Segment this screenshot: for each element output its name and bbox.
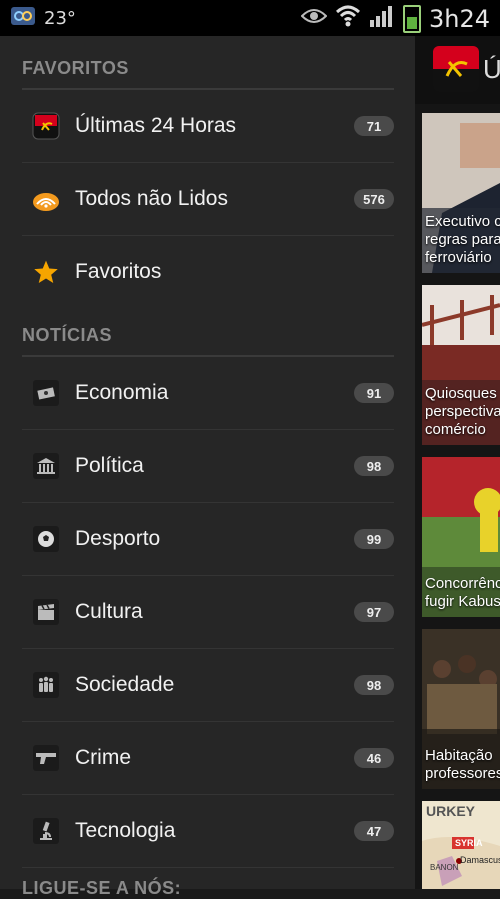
section-header-noticias: NOTÍCIAS (22, 325, 113, 345)
drawer-item-label: Desporto (75, 527, 161, 550)
angola-flag-icon (32, 112, 60, 140)
drawer-item-label: Política (75, 454, 144, 477)
news-headline: Executivo c regras para ferroviário (425, 213, 500, 266)
section-header-favoritos: FAVORITOS (22, 58, 129, 78)
map-label-lebanon: BANON (430, 863, 459, 872)
drawer-item-tecnologia[interactable]: Tecnologia 47 (22, 795, 394, 868)
drawer-item-label: Economia (75, 381, 169, 404)
count-badge: 71 (354, 116, 394, 136)
count-badge: 97 (354, 602, 394, 622)
drawer-item-economia[interactable]: Economia 91 (22, 357, 394, 430)
money-icon (32, 379, 60, 407)
news-headline: Habitação professores (425, 747, 500, 782)
signal-icon (369, 4, 395, 33)
wifi-icon (335, 4, 361, 33)
clock: 3h24 (428, 4, 490, 33)
battery-icon (402, 4, 421, 33)
status-bar: 23° 3h24 (0, 0, 500, 36)
building-icon (32, 452, 60, 480)
news-item[interactable]: URKEY SYRIA BANON Damascus (422, 801, 500, 889)
count-badge: 576 (354, 189, 394, 209)
news-list-header: Ú (415, 36, 500, 104)
news-item[interactable]: Habitação professores (422, 629, 500, 789)
count-badge: 91 (354, 383, 394, 403)
gun-icon (32, 744, 60, 772)
drawer-item-crime[interactable]: Crime 46 (22, 722, 394, 795)
soccer-ball-icon (32, 525, 60, 553)
page-title: Ú (483, 54, 500, 84)
temperature: 23° (44, 8, 76, 29)
drawer-item-politica[interactable]: Política 98 (22, 430, 394, 503)
drawer-item-label: Crime (75, 746, 131, 769)
angola-flag-icon[interactable] (433, 46, 479, 92)
drawer-item-label: Cultura (75, 600, 143, 623)
eye-icon (300, 7, 328, 30)
microscope-icon (32, 817, 60, 845)
news-item[interactable]: Executivo c regras para ferroviário (422, 113, 500, 273)
map-label-syria: SYRIA (455, 838, 483, 848)
drawer-item-label: Sociedade (75, 673, 175, 696)
count-badge: 47 (354, 821, 394, 841)
count-badge: 98 (354, 675, 394, 695)
drawer-item-sociedade[interactable]: Sociedade 98 (22, 649, 394, 722)
count-badge: 98 (354, 456, 394, 476)
news-list-panel: Ú Executivo c regras para ferroviário Quio… (415, 36, 500, 889)
drawer-item-todos-nao-lidos[interactable]: Todos não Lidos 576 (22, 163, 394, 236)
people-icon (32, 671, 60, 699)
drawer-item-desporto[interactable]: Desporto 99 (22, 503, 394, 576)
drawer-item-label: Últimas 24 Horas (75, 114, 237, 137)
map-label-damascus: Damascus (460, 855, 500, 865)
drawer-item-favoritos[interactable]: Favoritos (22, 236, 394, 308)
navigation-drawer: FAVORITOS Últimas 24 Horas 71 Todos não … (0, 36, 415, 898)
news-item[interactable]: Quiosques perspectiva comércio (422, 285, 500, 445)
drawer-item-label: Todos não Lidos (75, 187, 228, 210)
count-badge: 99 (354, 529, 394, 549)
drawer-item-cultura[interactable]: Cultura 97 (22, 576, 394, 649)
count-badge: 46 (354, 748, 394, 768)
star-icon (32, 258, 60, 286)
drawer-item-label: Favoritos (75, 260, 162, 283)
drawer-item-label: Tecnologia (75, 819, 176, 842)
news-item[interactable]: Concorrênc fugir Kabus (422, 457, 500, 617)
rss-feed-icon (32, 185, 60, 213)
clapperboard-icon (32, 598, 60, 626)
drawer-item-ultimas-24-horas[interactable]: Últimas 24 Horas 71 (22, 90, 394, 163)
news-headline: Quiosques perspectiva comércio (425, 385, 500, 438)
news-headline: Concorrênc fugir Kabus (425, 575, 500, 610)
app-notification-icon (10, 5, 36, 32)
map-label-turkey: URKEY (426, 803, 476, 819)
